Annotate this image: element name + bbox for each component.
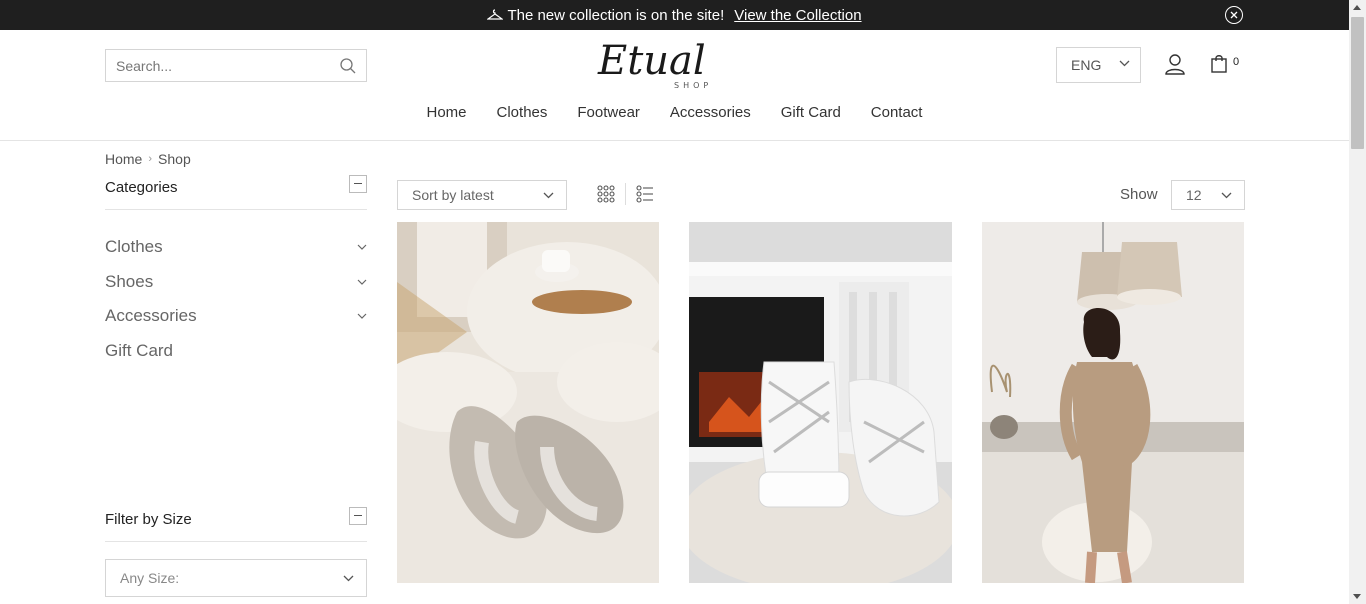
user-icon[interactable] [1165, 54, 1185, 75]
size-select-value: Any Size: [120, 570, 180, 586]
category-label[interactable]: Clothes [105, 237, 163, 257]
filter-size-title: Filter by Size [105, 511, 192, 528]
sort-value: Sort by latest [412, 187, 494, 203]
announcement-bar: The new collection is on the site! View … [0, 0, 1349, 30]
show-label: Show [1120, 186, 1158, 203]
nav-item-home[interactable]: Home [427, 104, 467, 121]
product-card[interactable] [982, 222, 1244, 583]
search-input[interactable]: Search... [116, 58, 340, 74]
category-label[interactable]: Shoes [105, 272, 153, 292]
nav-item-gift-card[interactable]: Gift Card [781, 104, 841, 121]
scroll-down-icon[interactable] [1353, 594, 1361, 599]
nav-item-accessories[interactable]: Accessories [670, 104, 751, 121]
product-card[interactable] [689, 222, 952, 583]
cart-count: 0 [1233, 56, 1240, 68]
search-icon[interactable] [340, 57, 356, 74]
svg-text:Etual: Etual [597, 38, 706, 84]
collapse-icon[interactable] [349, 174, 367, 193]
breadcrumb-current: Shop [158, 151, 191, 167]
categories-title: Categories [105, 179, 178, 196]
nav-item-clothes[interactable]: Clothes [497, 104, 548, 121]
announcement-text: The new collection is on the site! [507, 6, 725, 24]
svg-text:SHOP: SHOP [674, 81, 712, 90]
size-select[interactable]: Any Size: [105, 559, 367, 597]
nav-item-contact[interactable]: Contact [871, 104, 923, 121]
categories-header: Categories [105, 174, 367, 210]
sidebar: Categories Clothes Shoes Accessories Gif… [105, 174, 367, 368]
category-item-gift-card[interactable]: Gift Card [105, 334, 367, 369]
close-icon[interactable] [1225, 6, 1243, 24]
chevron-right-icon: › [148, 153, 153, 165]
category-label[interactable]: Accessories [105, 306, 197, 326]
nav-item-footwear[interactable]: Footwear [577, 104, 640, 121]
collapse-icon[interactable] [349, 506, 367, 525]
chevron-down-icon [343, 575, 354, 581]
chevron-down-icon[interactable] [357, 279, 367, 285]
hanger-icon [487, 9, 504, 20]
site-logo[interactable]: Etual SHOP [596, 38, 754, 90]
chevron-down-icon [543, 192, 554, 198]
scrollbar-thumb[interactable] [1351, 17, 1364, 149]
chevron-down-icon[interactable] [357, 313, 367, 320]
scroll-up-icon[interactable] [1353, 5, 1361, 10]
sort-select[interactable]: Sort by latest [397, 180, 567, 210]
category-item-accessories[interactable]: Accessories [105, 299, 367, 334]
beige-knit-dress-image[interactable] [982, 222, 1244, 583]
shopping-bag-icon [1211, 55, 1227, 73]
scrollbar[interactable] [1349, 0, 1366, 604]
cart-button[interactable]: 0 [1211, 54, 1239, 73]
language-select[interactable]: ENG [1056, 47, 1141, 83]
category-label[interactable]: Gift Card [105, 341, 173, 361]
main-nav: Home Clothes Footwear Accessories Gift C… [0, 104, 1349, 121]
filter-by-size: Filter by Size Any Size: [105, 506, 367, 597]
filter-size-header: Filter by Size [105, 506, 367, 542]
chevron-down-icon[interactable] [357, 244, 367, 251]
chevron-down-icon [1221, 192, 1232, 198]
breadcrumb-home[interactable]: Home [105, 151, 142, 167]
view-divider [625, 183, 626, 205]
fur-slippers-image[interactable] [397, 222, 659, 583]
product-card[interactable] [397, 222, 659, 583]
breadcrumb: Home › Shop [105, 151, 191, 167]
category-item-shoes[interactable]: Shoes [105, 265, 367, 300]
white-fur-boots-image[interactable] [689, 222, 952, 583]
show-count-value: 12 [1186, 187, 1202, 203]
list-view-icon[interactable] [636, 185, 654, 203]
view-collection-link[interactable]: View the Collection [734, 7, 861, 24]
show-count-select[interactable]: 12 [1171, 180, 1245, 210]
category-item-clothes[interactable]: Clothes [105, 230, 367, 265]
grid-view-icon[interactable] [597, 185, 615, 203]
language-value: ENG [1071, 57, 1102, 73]
category-list: Clothes Shoes Accessories Gift Card [105, 230, 367, 368]
chevron-down-icon [1119, 60, 1130, 67]
search-field[interactable]: Search... [105, 49, 367, 82]
site-header: Search... Etual SHOP ENG 0 Home Clothes … [0, 30, 1349, 141]
